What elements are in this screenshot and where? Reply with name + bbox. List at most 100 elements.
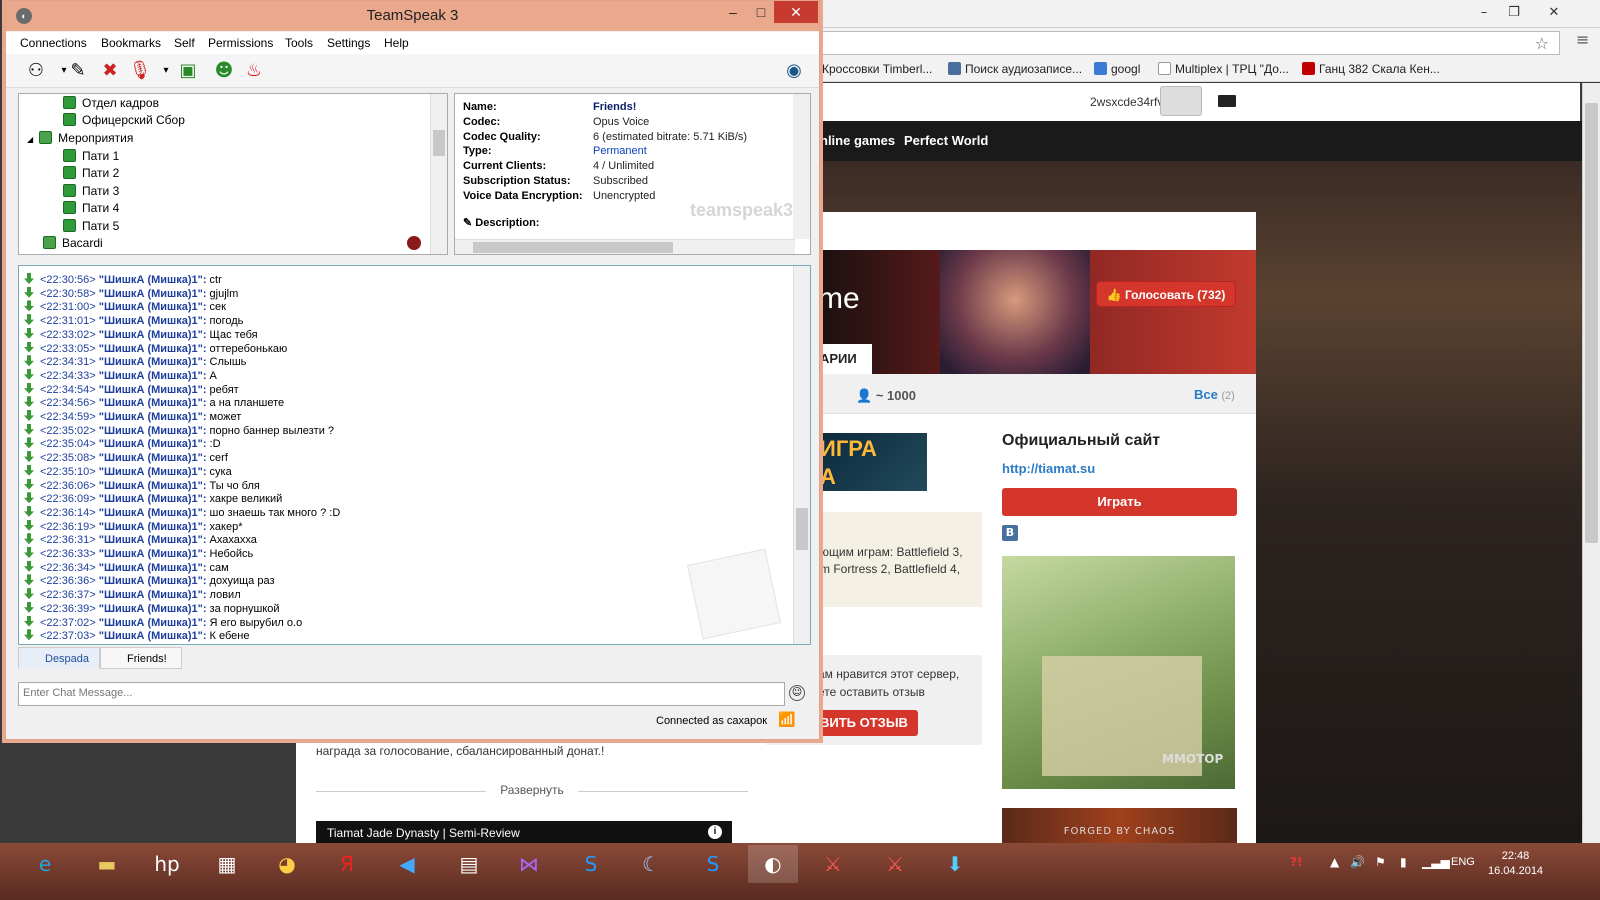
signal-icon[interactable]: ▁▃▅: [1422, 855, 1450, 869]
game-image[interactable]: ИГРА А: [820, 433, 927, 491]
channel-item[interactable]: ◢ Мероприятия: [27, 130, 133, 147]
message-author[interactable]: "ШишкА (Мишка)1":: [99, 548, 207, 560]
message-author[interactable]: "ШишкА (Мишка)1":: [99, 562, 207, 574]
game-icon[interactable]: ⚔: [808, 845, 858, 883]
hp-icon[interactable]: hp: [142, 845, 192, 883]
bookmark-item[interactable]: googl: [1094, 62, 1140, 76]
page-scrollbar[interactable]: [1582, 83, 1600, 843]
message-author[interactable]: "ШишкА (Мишка)1":: [99, 315, 207, 327]
menu-help[interactable]: Help: [384, 36, 409, 50]
menu-bookmarks[interactable]: Bookmarks: [101, 36, 161, 50]
menu-permissions[interactable]: Permissions: [208, 36, 273, 50]
teamspeak-taskbar-icon[interactable]: ◐: [748, 845, 798, 883]
skype-icon[interactable]: S: [688, 845, 738, 883]
chat-scrollbar[interactable]: [793, 266, 810, 644]
message-author[interactable]: "ШишкА (Мишка)1":: [99, 438, 207, 450]
all-link[interactable]: Все (2): [1194, 387, 1235, 402]
battery-icon[interactable]: ▮: [1400, 855, 1407, 869]
avatar[interactable]: [1160, 86, 1202, 116]
fire-icon[interactable]: ♨: [242, 59, 266, 83]
menu-tools[interactable]: Tools: [285, 36, 313, 50]
message-author[interactable]: "ШишкА (Мишка)1":: [99, 452, 207, 464]
chrome-icon[interactable]: ◕: [262, 845, 312, 883]
yandex-icon[interactable]: Я: [322, 845, 372, 883]
nav-online-games[interactable]: nline games: [820, 133, 895, 148]
message-author[interactable]: "ШишкА (Мишка)1":: [99, 343, 207, 355]
channel-item[interactable]: Пати 4: [63, 200, 119, 217]
ie-icon[interactable]: e: [20, 845, 70, 883]
channel-item[interactable]: Пати 3: [63, 183, 119, 200]
play-button[interactable]: Играть: [1002, 488, 1237, 516]
bookmark-item[interactable]: Multiplex | ТРЦ "До...: [1158, 62, 1289, 76]
dropdown-arrow-icon[interactable]: ▾: [154, 59, 178, 83]
ts-minimize-button[interactable]: –: [718, 1, 748, 23]
message-author[interactable]: "ШишкА (Мишка)1":: [99, 288, 207, 300]
expand-link[interactable]: Развернуть: [316, 783, 748, 799]
clock[interactable]: 22:48 16.04.2014: [1488, 849, 1543, 879]
message-author[interactable]: "ШишкА (Мишка)1":: [99, 575, 207, 587]
ts-maximize-button[interactable]: □: [746, 1, 776, 23]
message-author[interactable]: "ШишкА (Мишка)1":: [99, 425, 207, 437]
app-icon[interactable]: ▤: [444, 845, 494, 883]
video-player[interactable]: Tiamat Jade Dynasty | Semi-Review i: [316, 821, 732, 844]
menu-connections[interactable]: Connections: [20, 36, 87, 50]
message-author[interactable]: "ШишкА (Мишка)1":: [99, 603, 207, 615]
message-author[interactable]: "ШишкА (Мишка)1":: [99, 493, 207, 505]
message-author[interactable]: "ШишкА (Мишка)1":: [99, 301, 207, 313]
message-author[interactable]: "ШишкА (Мишка)1":: [99, 411, 207, 423]
site-screenshot[interactable]: MMOTOP: [1002, 556, 1235, 789]
speaker-app-icon[interactable]: ◀: [382, 845, 432, 883]
review-button[interactable]: ВИТЬ ОТЗЫВ: [820, 710, 918, 736]
tab-channel[interactable]: Friends!: [100, 647, 182, 669]
volume-icon[interactable]: 🔊: [1350, 855, 1365, 869]
vk-icon[interactable]: В: [1002, 525, 1018, 541]
info-icon[interactable]: i: [708, 825, 722, 839]
scroll-thumb[interactable]: [796, 508, 808, 550]
channel-icon[interactable]: ▣: [176, 59, 200, 83]
photos-icon[interactable]: ▦: [202, 845, 252, 883]
network-error-icon[interactable]: ⚑: [1375, 855, 1386, 869]
mute-mic-icon[interactable]: 🎙: [128, 59, 152, 83]
tab-server[interactable]: Despada: [18, 647, 100, 669]
info-hscrollbar[interactable]: [455, 239, 795, 254]
vs-icon[interactable]: ⋈: [504, 845, 554, 883]
minimize-button[interactable]: –: [1470, 4, 1498, 22]
menu-self[interactable]: Self: [174, 36, 195, 50]
maximize-button[interactable]: ❐: [1500, 4, 1528, 22]
username[interactable]: 2wsxcde34rfv: [1090, 95, 1163, 109]
banner-forged-by-chaos[interactable]: FORGED BY CHAOS: [1002, 808, 1237, 844]
bookmark-item[interactable]: Кроссовки Timberl...: [822, 62, 932, 76]
emoticon-icon[interactable]: ☺: [789, 685, 805, 701]
message-author[interactable]: "ШишкА (Мишка)1":: [99, 370, 207, 382]
tab-comments[interactable]: АРИИ: [818, 344, 872, 374]
vote-button[interactable]: 👍 Голосовать (732): [1096, 281, 1236, 307]
menu-icon[interactable]: ≡: [1576, 30, 1589, 49]
moon-icon[interactable]: ☾: [626, 845, 676, 883]
ts-titlebar[interactable]: ◐ TeamSpeak 3 – □ ✕: [6, 1, 819, 31]
message-author[interactable]: "ШишкА (Мишка)1":: [99, 466, 207, 478]
close-button[interactable]: ✕: [1540, 4, 1568, 22]
info-vscrollbar[interactable]: [793, 94, 810, 239]
game-icon[interactable]: ⚔: [870, 845, 920, 883]
eye-icon[interactable]: ◉: [782, 59, 806, 83]
user-add-icon[interactable]: ☻: [212, 59, 236, 83]
channel-item[interactable]: Пати 5: [63, 218, 119, 235]
tray-arrow-icon[interactable]: ▲: [1330, 855, 1339, 869]
message-author[interactable]: "ШишкА (Мишка)1":: [99, 274, 207, 286]
scroll-thumb[interactable]: [433, 130, 445, 156]
address-bar[interactable]: ☆: [820, 31, 1560, 55]
message-author[interactable]: "ШишкА (Мишка)1":: [99, 521, 207, 533]
download-icon[interactable]: ⬇: [930, 845, 980, 883]
ts-close-button[interactable]: ✕: [774, 1, 818, 23]
message-author[interactable]: "ШишкА (Мишка)1":: [99, 356, 207, 368]
message-author[interactable]: "ШишкА (Мишка)1":: [99, 630, 207, 642]
message-author[interactable]: "ШишкА (Мишка)1":: [99, 384, 207, 396]
chat-input[interactable]: Enter Chat Message...: [18, 682, 785, 706]
away-icon[interactable]: ✖: [98, 59, 122, 83]
nav-perfect-world[interactable]: Perfect World: [904, 133, 988, 148]
channel-item[interactable]: Пати 1: [63, 148, 119, 165]
disconnect-icon[interactable]: ✎: [66, 59, 90, 83]
tree-scrollbar[interactable]: [430, 94, 447, 254]
alert-icon[interactable]: ?!: [1290, 855, 1302, 869]
channel-item[interactable]: Офицерский Сбор: [63, 112, 185, 129]
